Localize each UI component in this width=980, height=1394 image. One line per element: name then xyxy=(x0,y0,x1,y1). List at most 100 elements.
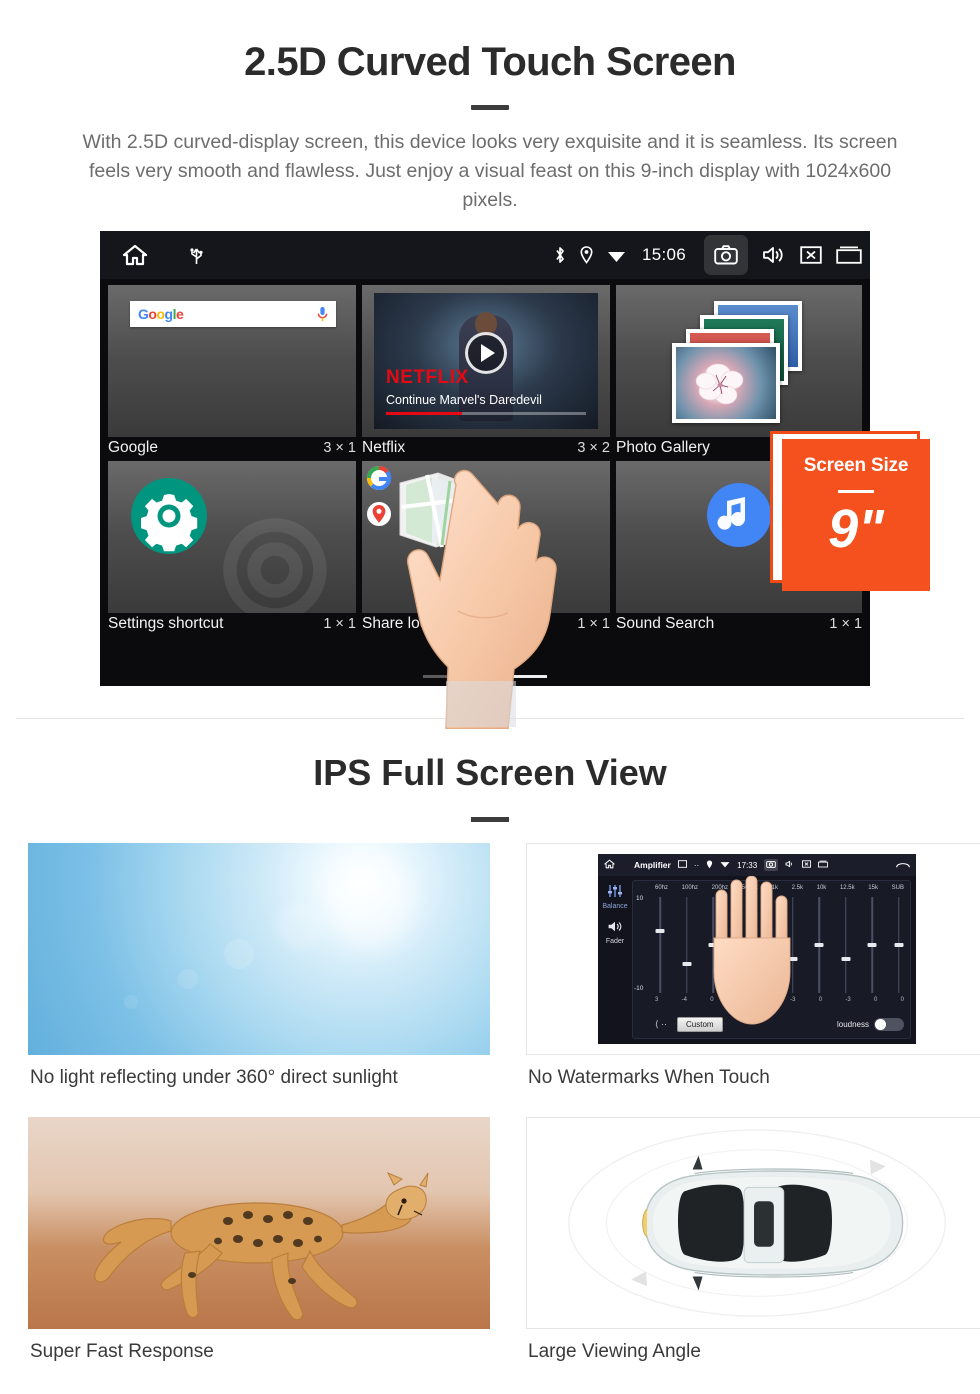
sliders-icon xyxy=(607,885,622,897)
loudness-toggle[interactable] xyxy=(874,1018,904,1031)
eq-slider[interactable] xyxy=(894,897,904,993)
google-logo: Google xyxy=(138,306,184,322)
eq-slider[interactable] xyxy=(814,897,824,993)
sidebar-label: Fader xyxy=(605,938,625,945)
eq-axis-bottom: -10 xyxy=(634,985,644,992)
loudness-control[interactable]: loudness xyxy=(837,1018,904,1031)
feature-caption: Super Fast Response xyxy=(30,1341,214,1362)
speaker-icon xyxy=(608,921,622,932)
location-icon xyxy=(706,860,713,871)
back-icon[interactable] xyxy=(896,860,910,871)
netflix-artwork: NETFLIX Continue Marvel's Daredevil xyxy=(374,293,598,429)
gear-icon-ghost xyxy=(200,495,350,613)
eq-value: -3 xyxy=(845,997,851,1003)
eq-axis-top: 10 xyxy=(636,895,644,902)
section-1-description: With 2.5D curved-display screen, this de… xyxy=(82,131,898,211)
widget-name: Netflix xyxy=(362,439,406,456)
netflix-subtitle: Continue Marvel's Daredevil xyxy=(386,393,542,407)
screen-size-value: 9" xyxy=(828,499,884,559)
hand-illustration xyxy=(713,876,791,1025)
recents-icon[interactable] xyxy=(836,246,862,264)
wifi-icon xyxy=(720,860,730,870)
google-search-box[interactable]: Google xyxy=(130,301,336,327)
netflix-brand: NETFLIX xyxy=(386,367,469,388)
sidebar-item-fader[interactable]: Fader xyxy=(606,920,624,945)
widget-name: Settings shortcut xyxy=(108,615,224,632)
widget-label-sound-search: Sound Search 1 × 1 xyxy=(616,615,862,633)
recents-icon[interactable] xyxy=(818,860,829,870)
eq-slider[interactable] xyxy=(655,897,665,993)
location-icon xyxy=(580,246,593,264)
eq-value: 0 xyxy=(874,997,878,1003)
gallery-icon[interactable] xyxy=(677,860,687,870)
widget-name: Sound Search xyxy=(616,615,715,632)
eq-band-label: SUB xyxy=(891,885,904,891)
play-icon[interactable] xyxy=(465,331,507,374)
amplifier-side-nav: Balance Fader xyxy=(598,876,632,1044)
camera-icon[interactable] xyxy=(704,235,748,275)
car-diagram xyxy=(568,1129,946,1317)
feature-card-row-1: No light reflecting under 360° direct su… xyxy=(28,843,980,1089)
close-icon[interactable] xyxy=(802,860,812,870)
blue-sky-graphic xyxy=(28,843,490,1055)
close-icon[interactable] xyxy=(800,246,822,264)
section-2-divider-wrap xyxy=(0,800,980,822)
microphone-icon[interactable] xyxy=(317,306,328,323)
usb-icon xyxy=(190,245,203,265)
amplifier-frame: Amplifier ·· 17:33 Balance Fader 10 -10 … xyxy=(527,844,980,1054)
more-icon[interactable]: ·· xyxy=(694,861,699,870)
widget-google-search[interactable]: Google xyxy=(108,285,356,437)
feature-card-fast-response: Super Fast Response xyxy=(28,1117,490,1363)
section-2-divider xyxy=(471,817,509,822)
google-g-icon xyxy=(366,465,392,491)
eq-band-label: 10k xyxy=(816,885,827,891)
desert-background xyxy=(28,1117,490,1329)
eq-band-label: 12.5k xyxy=(839,885,855,891)
eq-band-label: 100hz xyxy=(681,885,699,891)
amplifier-screen: Amplifier ·· 17:33 Balance Fader 10 -10 … xyxy=(598,854,916,1044)
camera-icon[interactable] xyxy=(764,859,779,871)
widget-netflix[interactable]: NETFLIX Continue Marvel's Daredevil xyxy=(362,285,610,437)
section-1-title: 2.5D Curved Touch Screen xyxy=(244,40,736,84)
sunlight-image xyxy=(28,843,490,1055)
photo-stack-icon xyxy=(672,301,804,423)
maps-pin-icon xyxy=(366,501,392,527)
feature-caption: Large Viewing Angle xyxy=(528,1341,701,1362)
eq-slider[interactable] xyxy=(682,897,692,993)
eq-slider[interactable] xyxy=(867,897,877,993)
amplifier-status-bar: Amplifier ·· 17:33 xyxy=(598,854,916,876)
volume-icon[interactable] xyxy=(785,860,795,870)
widget-size: 3 × 1 xyxy=(323,440,356,456)
home-icon[interactable] xyxy=(122,244,148,266)
sidebar-item-balance[interactable]: Balance xyxy=(602,884,628,910)
eq-slider[interactable] xyxy=(841,897,851,993)
feature-card-no-watermarks: Amplifier ·· 17:33 Balance Fader 10 -10 … xyxy=(526,843,980,1089)
eq-value: 0 xyxy=(900,997,904,1003)
eq-value: 3 xyxy=(655,997,659,1003)
netflix-progress-bar xyxy=(386,412,586,415)
loudness-label: loudness xyxy=(836,1020,869,1029)
status-bar-clock: 15:06 xyxy=(641,245,686,264)
volume-icon[interactable] xyxy=(762,245,786,265)
home-icon[interactable] xyxy=(604,859,615,871)
eq-band-label: 15k xyxy=(868,885,878,891)
eq-value: -4 xyxy=(681,997,687,1003)
widget-name: Photo Gallery xyxy=(616,439,710,456)
widget-settings-shortcut[interactable] xyxy=(108,461,356,613)
wifi-icon xyxy=(607,248,626,263)
widget-size: 1 × 1 xyxy=(323,616,356,632)
widget-row-1: Google NETFLIX Continue Marvel's Daredev… xyxy=(108,285,863,437)
running-cheetah-graphic xyxy=(94,1172,429,1321)
prev-preset-icon[interactable]: ⟨ ·· xyxy=(655,1019,667,1030)
widget-size: 3 × 2 xyxy=(577,440,610,456)
badge-divider xyxy=(838,490,874,493)
feature-card-row-2: Super Fast Response Large Viewing Angle xyxy=(28,1117,980,1363)
widget-label-google: Google 3 × 1 xyxy=(108,439,356,457)
widget-photo-gallery[interactable] xyxy=(616,285,863,437)
sidebar-label: Balance xyxy=(602,903,628,910)
eq-value: 0 xyxy=(818,997,823,1003)
feature-caption: No Watermarks When Touch xyxy=(528,1067,770,1088)
car-top-view-graphic xyxy=(527,1118,980,1328)
android-status-bar: 15:06 xyxy=(100,231,870,279)
gear-icon xyxy=(130,477,208,555)
